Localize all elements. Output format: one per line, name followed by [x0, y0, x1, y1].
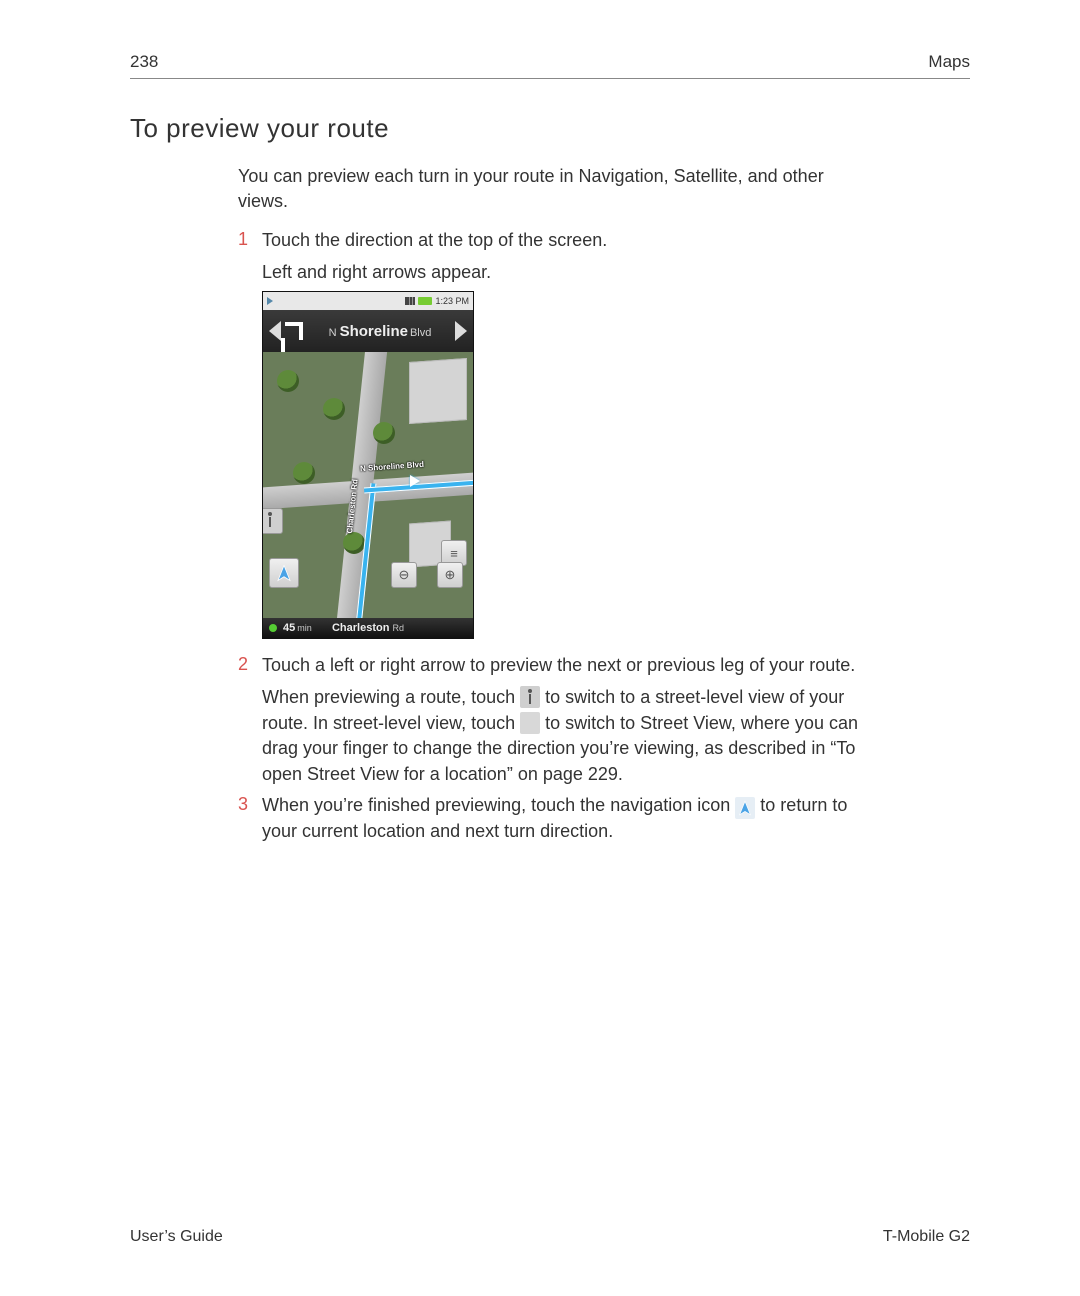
- tree: [373, 422, 395, 444]
- navigation-arrow-icon: [735, 797, 755, 819]
- tree: [293, 462, 315, 484]
- next-turn-arrow-icon[interactable]: [455, 321, 467, 341]
- direction-street: Shoreline: [340, 323, 408, 340]
- step-1-text-b: Left and right arrows appear.: [262, 260, 878, 286]
- pegman-icon: [520, 712, 540, 734]
- navigation-arrow-icon: [275, 564, 293, 582]
- intro-text: You can preview each turn in your route …: [238, 164, 878, 214]
- pedestrian-icon: [520, 686, 540, 708]
- manual-page: 238 Maps To preview your route You can p…: [0, 0, 1080, 1296]
- step-marker: 2: [238, 653, 262, 675]
- bottom-info-bar: 45min Charleston Rd: [263, 618, 473, 638]
- step-1-text-a: Touch the direction at the top of the sc…: [262, 228, 878, 254]
- section-name: Maps: [928, 52, 970, 72]
- footer-right: T-Mobile G2: [883, 1228, 970, 1246]
- direction-prefix: N: [329, 327, 337, 339]
- phone-frame: 1:23 PM NShorelineBlvd: [262, 291, 474, 639]
- step-marker: 3: [238, 793, 262, 815]
- status-bar: 1:23 PM: [263, 292, 473, 310]
- step-1: 1 Touch the direction at the top of the …: [238, 228, 878, 285]
- map-satellite-view[interactable]: N Shoreline Blvd Charleston Rd ≡ ⊖ ⊕: [263, 352, 473, 618]
- navigation-icon-button[interactable]: [269, 558, 299, 588]
- step-2-text-a: Touch a left or right arrow to preview t…: [262, 653, 878, 679]
- step-3-text: When you’re finished previewing, touch t…: [262, 793, 878, 845]
- step-2-text-b: When previewing a route, touch to switch…: [262, 685, 878, 787]
- direction-label: NShorelineBlvd: [309, 323, 451, 340]
- section-title: To preview your route: [130, 113, 970, 144]
- turn-right-icon: [285, 322, 303, 340]
- direction-bar[interactable]: NShorelineBlvd: [263, 310, 473, 352]
- page-number: 238: [130, 52, 158, 72]
- route-arrow-icon: [410, 475, 420, 487]
- zoom-in-button[interactable]: ⊕: [437, 562, 463, 588]
- signal-icon: [405, 297, 415, 305]
- step-marker: 1: [238, 228, 262, 250]
- phone-screenshot-figure: 1:23 PM NShorelineBlvd: [262, 291, 878, 639]
- tree: [277, 370, 299, 392]
- building: [409, 358, 467, 424]
- gps-icon: [267, 297, 273, 305]
- step-3: 3 When you’re finished previewing, touch…: [238, 793, 878, 845]
- street-level-view-button[interactable]: [263, 508, 283, 534]
- step-2: 2 Touch a left or right arrow to preview…: [238, 653, 878, 787]
- content-block: You can preview each turn in your route …: [238, 164, 878, 845]
- zoom-out-button[interactable]: ⊖: [391, 562, 417, 588]
- current-road-label: Charleston Rd: [263, 622, 473, 634]
- battery-icon: [418, 297, 432, 305]
- footer-left: User’s Guide: [130, 1228, 223, 1246]
- page-header: 238 Maps: [130, 52, 970, 79]
- status-time: 1:23 PM: [435, 296, 469, 306]
- prev-turn-arrow-icon[interactable]: [269, 321, 281, 341]
- tree: [323, 398, 345, 420]
- direction-suffix: Blvd: [410, 327, 431, 339]
- page-footer: User’s Guide T-Mobile G2: [130, 1228, 970, 1246]
